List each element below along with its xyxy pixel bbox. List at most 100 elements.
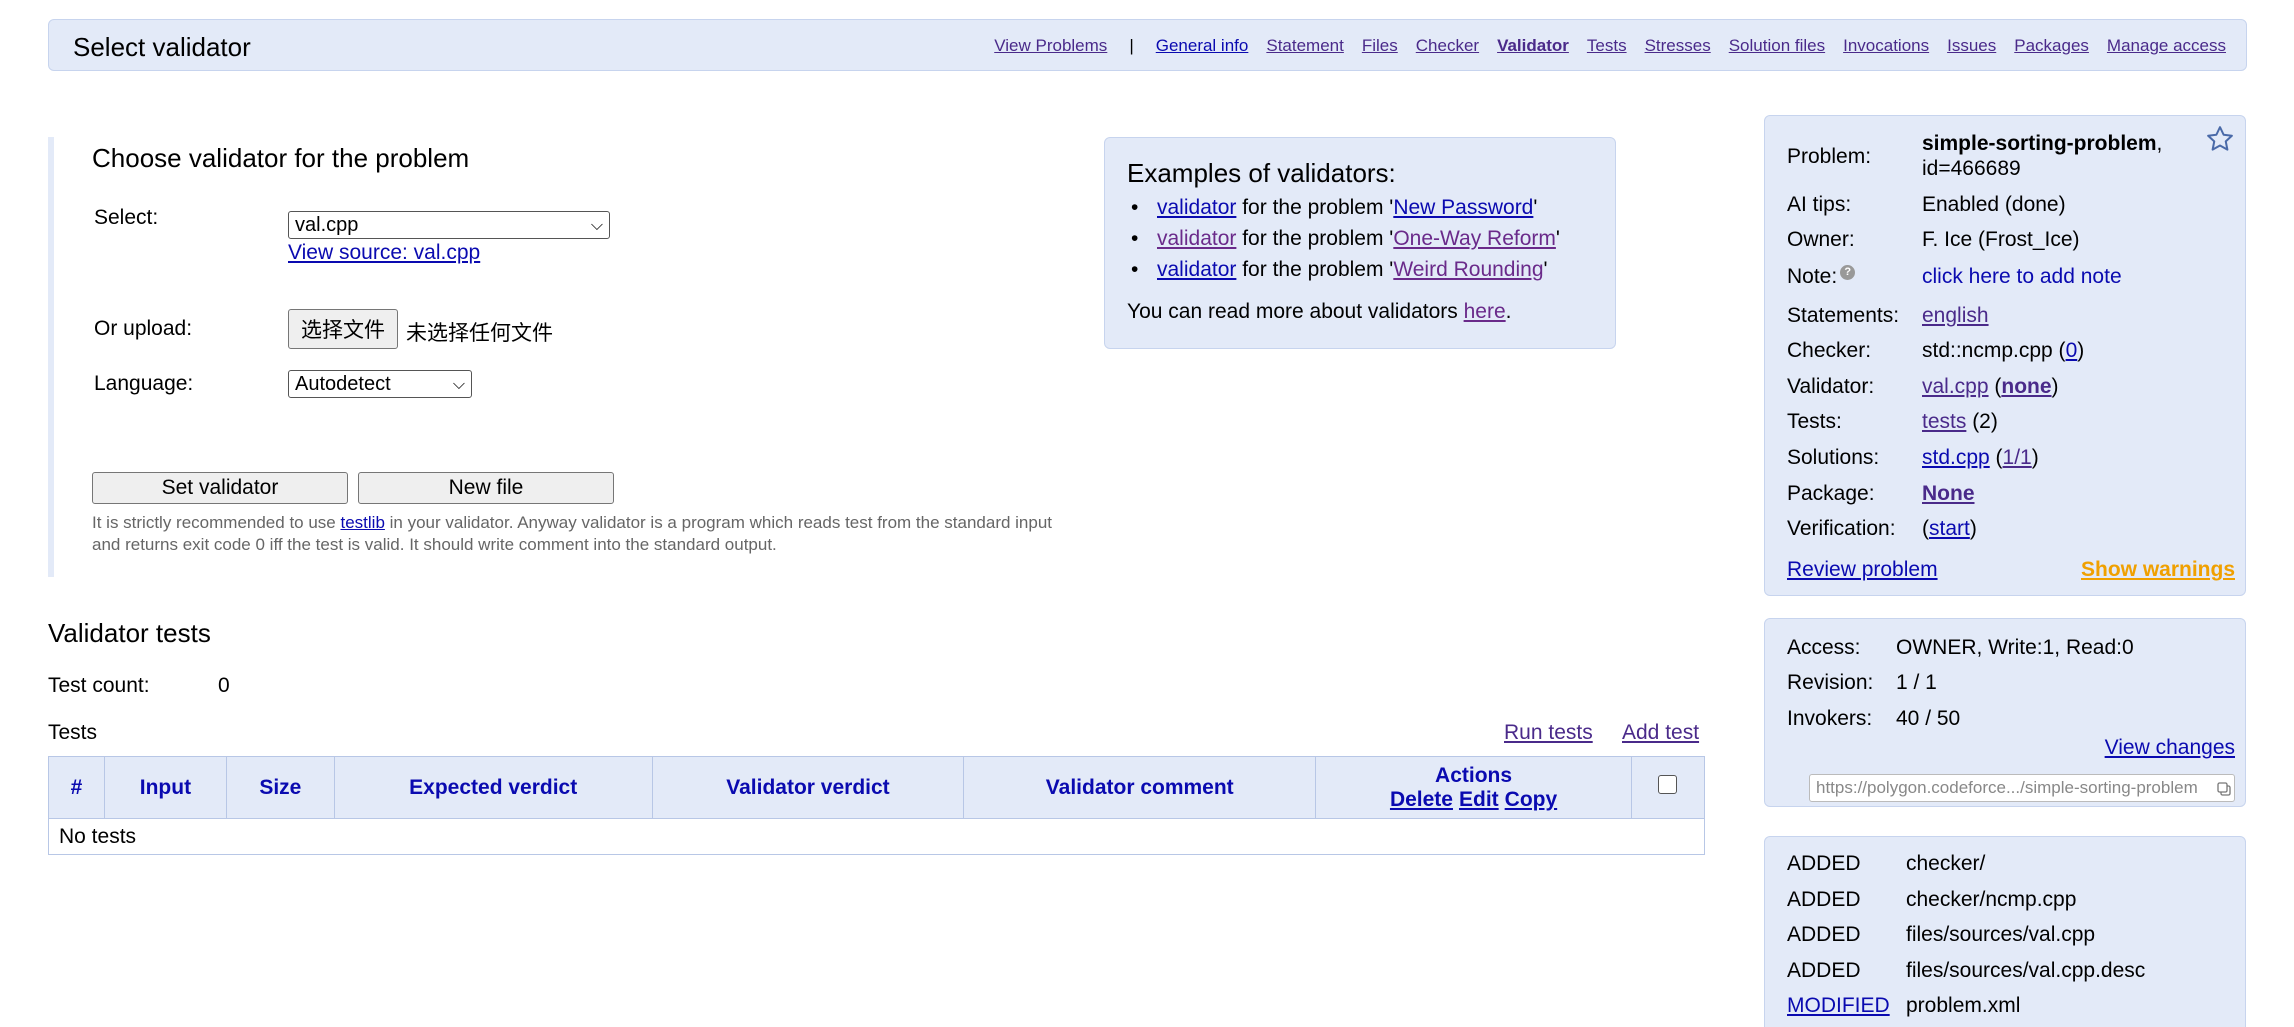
view-source-link[interactable]: View source: val.cpp	[288, 241, 480, 265]
problem-url-field[interactable]: https://polygon.codeforce.../simple-sort…	[1809, 774, 2235, 802]
nav-checker[interactable]: Checker	[1416, 36, 1479, 56]
verification-end: )	[1969, 517, 1977, 540]
validator-link[interactable]: validator	[1157, 196, 1236, 219]
col-input: Input	[103, 756, 227, 819]
statements-link[interactable]: english	[1922, 304, 1989, 327]
nav-validator[interactable]: Validator	[1497, 36, 1569, 56]
delete-link[interactable]: Delete	[1390, 788, 1453, 811]
testlib-link[interactable]: testlib	[340, 513, 384, 532]
nav-tests[interactable]: Tests	[1587, 36, 1627, 56]
modified-link[interactable]: MODIFIED	[1787, 994, 1890, 1018]
verification-start-link[interactable]: start	[1929, 517, 1970, 540]
problem-link[interactable]: One-Way Reform	[1393, 227, 1556, 250]
ai-tips-label: AI tips:	[1787, 193, 1852, 216]
nav-issues[interactable]: Issues	[1947, 36, 1996, 56]
package-label: Package:	[1787, 482, 1875, 505]
nav-view-problems[interactable]: View Problems	[994, 36, 1107, 56]
list-item: validator for the problem 'New Password'	[1127, 192, 1560, 223]
table-row: No tests	[48, 818, 1705, 855]
star-icon[interactable]	[2205, 124, 2235, 154]
nav-manage-access[interactable]: Manage access	[2107, 36, 2226, 56]
choose-file-button[interactable]: 选择文件	[288, 309, 398, 349]
problem-link[interactable]: New Password	[1393, 196, 1533, 219]
select-all-checkbox[interactable]	[1658, 775, 1678, 794]
change-path: files/sources/val.cpp	[1906, 923, 2096, 946]
tests-label: Tests	[48, 721, 98, 744]
tests-info-label: Tests:	[1787, 410, 1842, 433]
view-changes-link[interactable]: View changes	[2105, 736, 2235, 760]
note-text: It is strictly recommended to use	[92, 513, 341, 532]
validator-select[interactable]: val.cpp ⌵	[288, 211, 610, 239]
examples-title: Examples of validators:	[1127, 158, 1396, 188]
solutions-value: std.cpp (1/1)	[1922, 446, 2039, 470]
add-test-link[interactable]: Add test	[1622, 721, 1699, 745]
language-select-value: Autodetect	[295, 372, 391, 395]
review-problem-link[interactable]: Review problem	[1787, 558, 1938, 582]
validator-link[interactable]: validator	[1157, 227, 1236, 250]
language-select[interactable]: Autodetect ⌵	[288, 370, 472, 398]
problem-label: Problem:	[1787, 145, 1872, 168]
copy-link[interactable]: Copy	[1505, 788, 1558, 811]
problem-id: id=466689	[1922, 157, 2021, 180]
run-tests-link[interactable]: Run tests	[1504, 721, 1593, 745]
checker-tests-link[interactable]: 0	[2066, 339, 2078, 362]
change-path: problem.xml	[1906, 994, 2021, 1017]
example-end: '	[1543, 258, 1548, 281]
checker-end: )	[2077, 339, 2085, 362]
set-validator-button[interactable]: Set validator	[92, 472, 348, 504]
tests-count: (2)	[1966, 410, 1998, 433]
copy-icon[interactable]	[2216, 781, 2232, 797]
validator-link[interactable]: validator	[1157, 258, 1236, 281]
solutions-end: )	[2031, 446, 2039, 469]
validator-file-link[interactable]: val.cpp	[1922, 375, 1989, 398]
owner-value: F. Ice (Frost_Ice)	[1922, 228, 2080, 251]
nav-stresses[interactable]: Stresses	[1645, 36, 1711, 56]
col-size: Size	[225, 756, 335, 819]
validator-label: Validator:	[1787, 375, 1875, 398]
access-label: Access:	[1787, 636, 1861, 659]
help-icon[interactable]: ?	[1840, 265, 1856, 280]
nav-general-info[interactable]: General info	[1156, 36, 1249, 56]
package-status-link[interactable]: None	[1922, 482, 1975, 505]
ai-tips-value: Enabled (done)	[1922, 193, 2066, 216]
owner-label: Owner:	[1787, 228, 1855, 251]
col-select	[1630, 756, 1706, 819]
nav-invocations[interactable]: Invocations	[1843, 36, 1929, 56]
upload-label: Or upload:	[94, 317, 193, 340]
problem-link[interactable]: Weird Rounding	[1393, 258, 1543, 281]
show-warnings-link[interactable]: Show warnings	[2081, 558, 2235, 582]
nav-files[interactable]: Files	[1362, 36, 1398, 56]
nav-packages[interactable]: Packages	[2014, 36, 2089, 56]
top-nav: View Problems | General info Statement F…	[994, 36, 2226, 56]
new-file-button[interactable]: New file	[358, 472, 614, 504]
edit-link[interactable]: Edit	[1459, 788, 1499, 811]
more-link[interactable]: here	[1464, 300, 1506, 323]
examples-box: Examples of validators: validator for th…	[1104, 137, 1616, 349]
test-count-value: 0	[218, 674, 230, 697]
validator-status-link[interactable]: none	[2001, 375, 2051, 398]
actions-links: Delete Edit Copy	[1316, 788, 1631, 812]
validator-form-panel: Choose validator for the problem Select:…	[48, 137, 1052, 577]
solutions-open: (	[1989, 446, 2003, 469]
validator-end: )	[2051, 375, 2059, 398]
select-label: Select:	[94, 206, 159, 229]
chevron-down-icon: ⌵	[452, 374, 465, 393]
validator-tests-title: Validator tests	[48, 618, 211, 648]
tests-info-link[interactable]: tests	[1922, 410, 1966, 433]
tests-table: # Input Size Expected verdict Validator …	[48, 756, 1706, 855]
solutions-file-link[interactable]: std.cpp	[1922, 446, 1990, 469]
validator-value: val.cpp (none)	[1922, 375, 2059, 399]
add-note-link[interactable]: click here to add note	[1922, 265, 2122, 289]
change-status: ADDED	[1787, 959, 1861, 982]
solutions-count-link[interactable]: 1/1	[2003, 446, 2032, 469]
checker-label: Checker:	[1787, 339, 1872, 362]
list-item: validator for the problem 'Weird Roundin…	[1127, 254, 1560, 285]
change-status: ADDED	[1787, 923, 1861, 946]
nav-statement[interactable]: Statement	[1266, 36, 1344, 56]
statements-label: Statements:	[1787, 304, 1900, 327]
package-value: None	[1922, 482, 1975, 506]
col-actions: Actions Delete Edit Copy	[1315, 756, 1632, 819]
example-text: for the problem '	[1236, 196, 1394, 219]
testlib-note: It is strictly recommended to use testli…	[92, 512, 1082, 556]
nav-solution-files[interactable]: Solution files	[1729, 36, 1825, 56]
